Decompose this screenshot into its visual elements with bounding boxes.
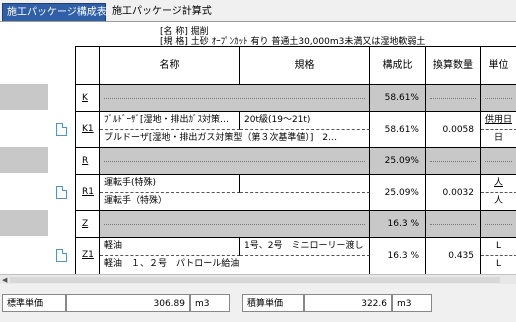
row-code: Z [82, 219, 89, 229]
row-header-r[interactable] [0, 147, 48, 174]
column-header-qty[interactable]: 換算数量 [426, 47, 481, 85]
dotted-separator [104, 161, 365, 162]
row-qty-empty[interactable] [426, 148, 481, 175]
dotted-separator [485, 161, 512, 162]
row-unit-bottom[interactable]: 人 [481, 193, 516, 211]
tab-bar: 施工パッケージ構成表 施工パッケージ計算式 [0, 0, 516, 22]
dotted-separator [104, 224, 365, 225]
row-ratio[interactable]: 25.09% [370, 175, 426, 211]
table-row-k1-code-cell[interactable]: K1 [76, 112, 100, 148]
row-ratio[interactable]: 58.61% [370, 85, 426, 112]
row-header-blank [0, 46, 48, 84]
standard-price-value: 306.89 [66, 294, 190, 312]
dotted-separator [430, 161, 476, 162]
row-unit-top[interactable]: 人 [481, 175, 516, 193]
price-footer: 標準単価 306.89 m3 積算単価 322.6 m3 [0, 286, 516, 322]
dotted-separator [104, 98, 365, 99]
row-name-short[interactable]: 運転手(特殊) [100, 175, 240, 193]
row-header-r1[interactable] [0, 174, 48, 210]
tab-package-composition[interactable]: 施工パッケージ構成表 [2, 3, 107, 21]
row-code: K [82, 93, 88, 103]
row-qty[interactable]: 0.0058 [426, 112, 481, 148]
row-qty-empty[interactable] [426, 211, 481, 238]
row-spec-short[interactable]: 1号、2号 ミニローリー渡し [240, 238, 370, 256]
row-header-z[interactable] [0, 210, 48, 237]
row-qty[interactable]: 0.0032 [426, 175, 481, 211]
row-name-full[interactable]: 運転手（特殊） [100, 193, 370, 211]
document-icon[interactable] [56, 186, 67, 199]
row-code: K1 [82, 124, 94, 134]
row-spec-short[interactable]: 20t級(19～21t) [240, 112, 370, 130]
row-ratio[interactable]: 25.09% [370, 148, 426, 175]
row-qty-empty[interactable] [426, 85, 481, 112]
row-header-k[interactable] [0, 84, 48, 111]
document-icon[interactable] [56, 249, 67, 262]
column-header-ratio[interactable]: 構成比 [370, 47, 426, 85]
row-unit-empty[interactable] [481, 148, 516, 175]
row-ratio[interactable]: 16.3 % [370, 238, 426, 274]
calculated-price-value: 322.6 [304, 294, 392, 312]
dotted-separator [430, 98, 476, 99]
standard-price-label: 標準単価 [2, 294, 66, 312]
table-row-r-name-cell[interactable] [100, 148, 370, 175]
row-ratio[interactable]: 58.61% [370, 112, 426, 148]
scroll-left-arrow-icon[interactable]: ◀ [2, 276, 7, 284]
horizontal-scrollbar[interactable]: ◀ [0, 274, 516, 284]
composition-grid: 名称 規格 構成比 換算数量 単位 K 58.61% K1 ﾌﾞﾙﾄﾞｰｻﾞ[湿… [0, 46, 516, 274]
row-unit-bottom[interactable]: 日 [481, 130, 516, 148]
dotted-separator [485, 98, 512, 99]
table-row-z1-code-cell[interactable]: Z1 [76, 238, 100, 274]
column-header-code [76, 47, 100, 85]
calculated-price-unit: m3 [392, 294, 432, 312]
column-header-unit[interactable]: 単位 [481, 47, 516, 85]
dotted-separator [430, 224, 476, 225]
table-row-z-name-cell[interactable] [100, 211, 370, 238]
document-icon[interactable] [56, 123, 67, 136]
dotted-separator [485, 224, 512, 225]
row-header-k1[interactable] [0, 111, 48, 147]
table-row-r1-code-cell[interactable]: R1 [76, 175, 100, 211]
row-header-z1[interactable] [0, 237, 48, 274]
row-ratio[interactable]: 16.3 % [370, 211, 426, 238]
row-code: R [82, 156, 89, 166]
row-code: Z1 [82, 250, 94, 260]
calculated-price-label: 積算単価 [242, 294, 304, 312]
composition-table: 名称 規格 構成比 換算数量 単位 K 58.61% K1 ﾌﾞﾙﾄﾞｰｻﾞ[湿… [75, 46, 516, 274]
row-unit-empty[interactable] [481, 211, 516, 238]
row-name-full[interactable]: ブルドーザ[湿地・排出ガス対策型（第３次基準値）] 2… [100, 130, 370, 148]
standard-price-unit: m3 [190, 294, 230, 312]
column-header-spec[interactable]: 規格 [240, 47, 370, 85]
row-unit-top[interactable]: L [481, 238, 516, 256]
table-row-k-code-cell[interactable]: K [76, 85, 100, 112]
package-header: [名 称] 掘削 [規 格] 土砂 ｵｰﾌﾟﾝｶｯﾄ 有り 普通土30,000m… [0, 22, 516, 47]
row-unit-bottom[interactable]: L [481, 256, 516, 274]
row-name-full[interactable]: 軽油 １、２号 パトロール給油 [100, 256, 370, 274]
row-name-short[interactable]: 軽油 [100, 238, 240, 256]
row-qty[interactable]: 0.435 [426, 238, 481, 274]
row-spec-short[interactable] [240, 175, 370, 193]
table-row-k-name-cell[interactable] [100, 85, 370, 112]
table-row-z-code-cell[interactable]: Z [76, 211, 100, 238]
tab-package-formula[interactable]: 施工パッケージ計算式 [108, 3, 218, 21]
row-code: R1 [82, 187, 94, 197]
row-unit-empty[interactable] [481, 85, 516, 112]
scrollbar-thumb[interactable] [10, 277, 500, 283]
column-header-name[interactable]: 名称 [100, 47, 240, 85]
row-unit-top[interactable]: 供用日 [481, 112, 516, 130]
row-name-short[interactable]: ﾌﾞﾙﾄﾞｰｻﾞ[湿地・排出ｶﾞｽ対策… [100, 112, 240, 130]
table-row-r-code-cell[interactable]: R [76, 148, 100, 175]
